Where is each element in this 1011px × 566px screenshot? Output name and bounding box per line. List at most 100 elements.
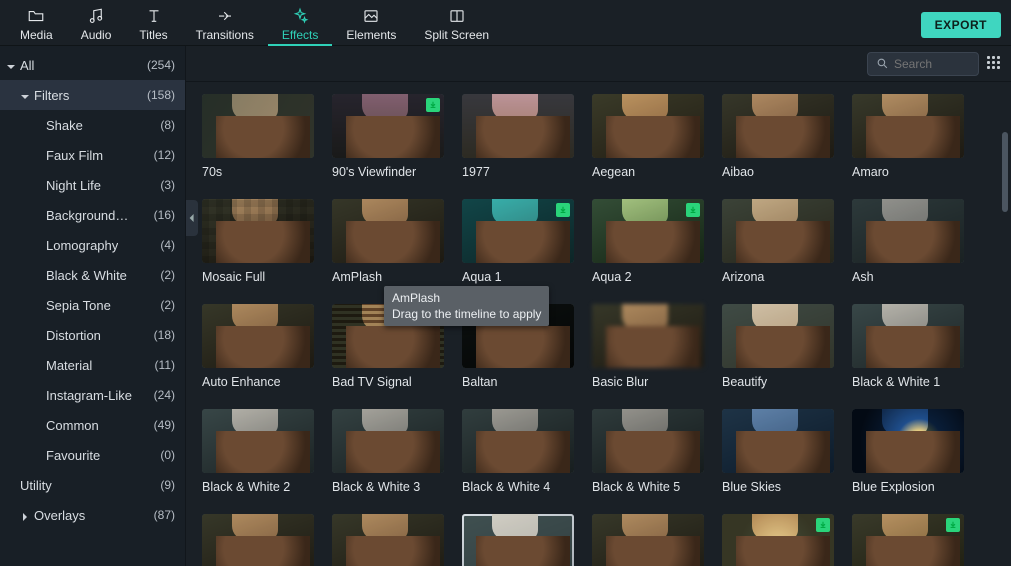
effect-card[interactable]: Aqua 1 [462, 199, 574, 284]
effect-title: Blue Skies [722, 480, 834, 494]
sidebar-item-shake[interactable]: Shake(8) [0, 110, 185, 140]
sidebar-item-count: (24) [154, 388, 175, 402]
effect-card[interactable]: Black & White 2 [202, 409, 314, 494]
tab-label: Media [20, 28, 53, 42]
effect-card[interactable]: Aibao [722, 94, 834, 179]
tooltip-hint: Drag to the timeline to apply [392, 306, 541, 322]
effect-title: Amaro [852, 165, 964, 179]
search-input[interactable] [894, 57, 970, 71]
sidebar-item-count: (9) [160, 478, 175, 492]
tooltip-title: AmPlash [392, 290, 541, 306]
sidebar-item-instagram-like[interactable]: Instagram-Like(24) [0, 380, 185, 410]
sidebar-item-material[interactable]: Material(11) [0, 350, 185, 380]
music-note-icon [87, 7, 105, 25]
effect-thumbnail [722, 304, 834, 368]
effect-card[interactable] [592, 514, 704, 566]
tab-label: Effects [282, 28, 318, 42]
grid-view-toggle[interactable] [987, 56, 1003, 72]
sidebar-item-utility[interactable]: Utility(9) [0, 470, 185, 500]
effect-title: Bad TV Signal [332, 375, 444, 389]
sidebar-item-label: Overlays [34, 508, 85, 523]
sparkle-icon [291, 7, 309, 25]
effects-grid: 70s90's Viewfinder1977 Aegean Aibao Amaro Mo… [202, 94, 1001, 566]
sidebar-item-black-white[interactable]: Black & White(2) [0, 260, 185, 290]
effect-card[interactable]: 70s [202, 94, 314, 179]
effect-card[interactable] [852, 514, 964, 566]
sidebar-item-overlays[interactable]: Overlays(87) [0, 500, 185, 530]
effect-card[interactable]: Beautify [722, 304, 834, 389]
tab-label: Audio [81, 28, 112, 42]
effect-thumbnail [462, 94, 574, 158]
effect-card[interactable]: Arizona [722, 199, 834, 284]
effect-thumbnail [462, 409, 574, 473]
effect-card[interactable]: Black & White 5 [592, 409, 704, 494]
effect-title: Arizona [722, 270, 834, 284]
effect-card[interactable] [462, 514, 574, 566]
effect-thumbnail [202, 409, 314, 473]
sidebar-collapse-handle[interactable] [186, 200, 198, 236]
sidebar-item-label: All [20, 58, 34, 73]
scrollbar-thumb[interactable] [1002, 132, 1008, 212]
effect-card[interactable]: Aegean [592, 94, 704, 179]
effect-card[interactable] [722, 514, 834, 566]
sidebar-item-label: Material [46, 358, 92, 373]
sidebar-item-count: (16) [154, 208, 175, 222]
effect-card[interactable]: Basic Blur [592, 304, 704, 389]
sidebar-item-all[interactable]: All(254) [0, 50, 185, 80]
sidebar-item-night-life[interactable]: Night Life(3) [0, 170, 185, 200]
effect-thumbnail [332, 409, 444, 473]
effect-title: Aegean [592, 165, 704, 179]
sidebar-item-filters[interactable]: Filters(158) [0, 80, 185, 110]
effect-thumbnail [722, 94, 834, 158]
effect-card[interactable]: 1977 [462, 94, 574, 179]
effect-thumbnail [592, 304, 704, 368]
effect-title: Mosaic Full [202, 270, 314, 284]
sidebar-item-distortion[interactable]: Distortion(18) [0, 320, 185, 350]
effect-title: Blue Explosion [852, 480, 964, 494]
effect-title: Auto Enhance [202, 375, 314, 389]
effect-card[interactable]: Black & White 4 [462, 409, 574, 494]
effect-title: AmPlash [332, 270, 444, 284]
effects-grid-scroll[interactable]: 70s90's Viewfinder1977 Aegean Aibao Amaro Mo… [186, 82, 1011, 566]
effect-card[interactable]: Ash [852, 199, 964, 284]
sidebar-item-lomography[interactable]: Lomography(4) [0, 230, 185, 260]
sidebar-item-count: (4) [160, 238, 175, 252]
effect-card[interactable]: Black & White 3 [332, 409, 444, 494]
sidebar-item-favourite[interactable]: Favourite(0) [0, 440, 185, 470]
tab-effects[interactable]: Effects [268, 4, 332, 46]
tab-transitions[interactable]: Transitions [182, 4, 268, 46]
tab-media[interactable]: Media [6, 4, 67, 46]
sidebar-item-common[interactable]: Common(49) [0, 410, 185, 440]
image-icon [362, 7, 380, 25]
effect-thumbnail [462, 514, 574, 566]
tab-split-screen[interactable]: Split Screen [410, 4, 503, 46]
effect-card[interactable]: Aqua 2 [592, 199, 704, 284]
sidebar-item-label: Filters [34, 88, 69, 103]
effect-card[interactable]: Black & White 1 [852, 304, 964, 389]
effect-card[interactable]: Auto Enhance [202, 304, 314, 389]
effect-card[interactable] [202, 514, 314, 566]
tab-elements[interactable]: Elements [332, 4, 410, 46]
sidebar-item-label: Shake [46, 118, 83, 133]
sidebar-item-sepia-tone[interactable]: Sepia Tone(2) [0, 290, 185, 320]
tab-label: Elements [346, 28, 396, 42]
search-box[interactable] [867, 52, 979, 76]
effect-card[interactable]: Blue Skies [722, 409, 834, 494]
export-button[interactable]: EXPORT [921, 12, 1001, 38]
tab-audio[interactable]: Audio [67, 4, 126, 46]
sidebar-item-faux-film[interactable]: Faux Film(12) [0, 140, 185, 170]
effect-card[interactable]: AmPlash [332, 199, 444, 284]
category-sidebar[interactable]: All(254)Filters(158)Shake(8)Faux Film(12… [0, 46, 186, 566]
sidebar-item-background[interactable]: Background…(16) [0, 200, 185, 230]
effect-thumbnail [852, 304, 964, 368]
effect-card[interactable]: Blue Explosion [852, 409, 964, 494]
effect-card[interactable]: Amaro [852, 94, 964, 179]
effect-title: Black & White 4 [462, 480, 574, 494]
effect-card[interactable] [332, 514, 444, 566]
tab-titles[interactable]: Titles [125, 4, 181, 46]
sidebar-item-count: (49) [154, 418, 175, 432]
chevron-down-icon [6, 60, 16, 70]
sidebar-item-label: Night Life [46, 178, 101, 193]
effect-card[interactable]: 90's Viewfinder [332, 94, 444, 179]
effect-card[interactable]: Mosaic Full [202, 199, 314, 284]
